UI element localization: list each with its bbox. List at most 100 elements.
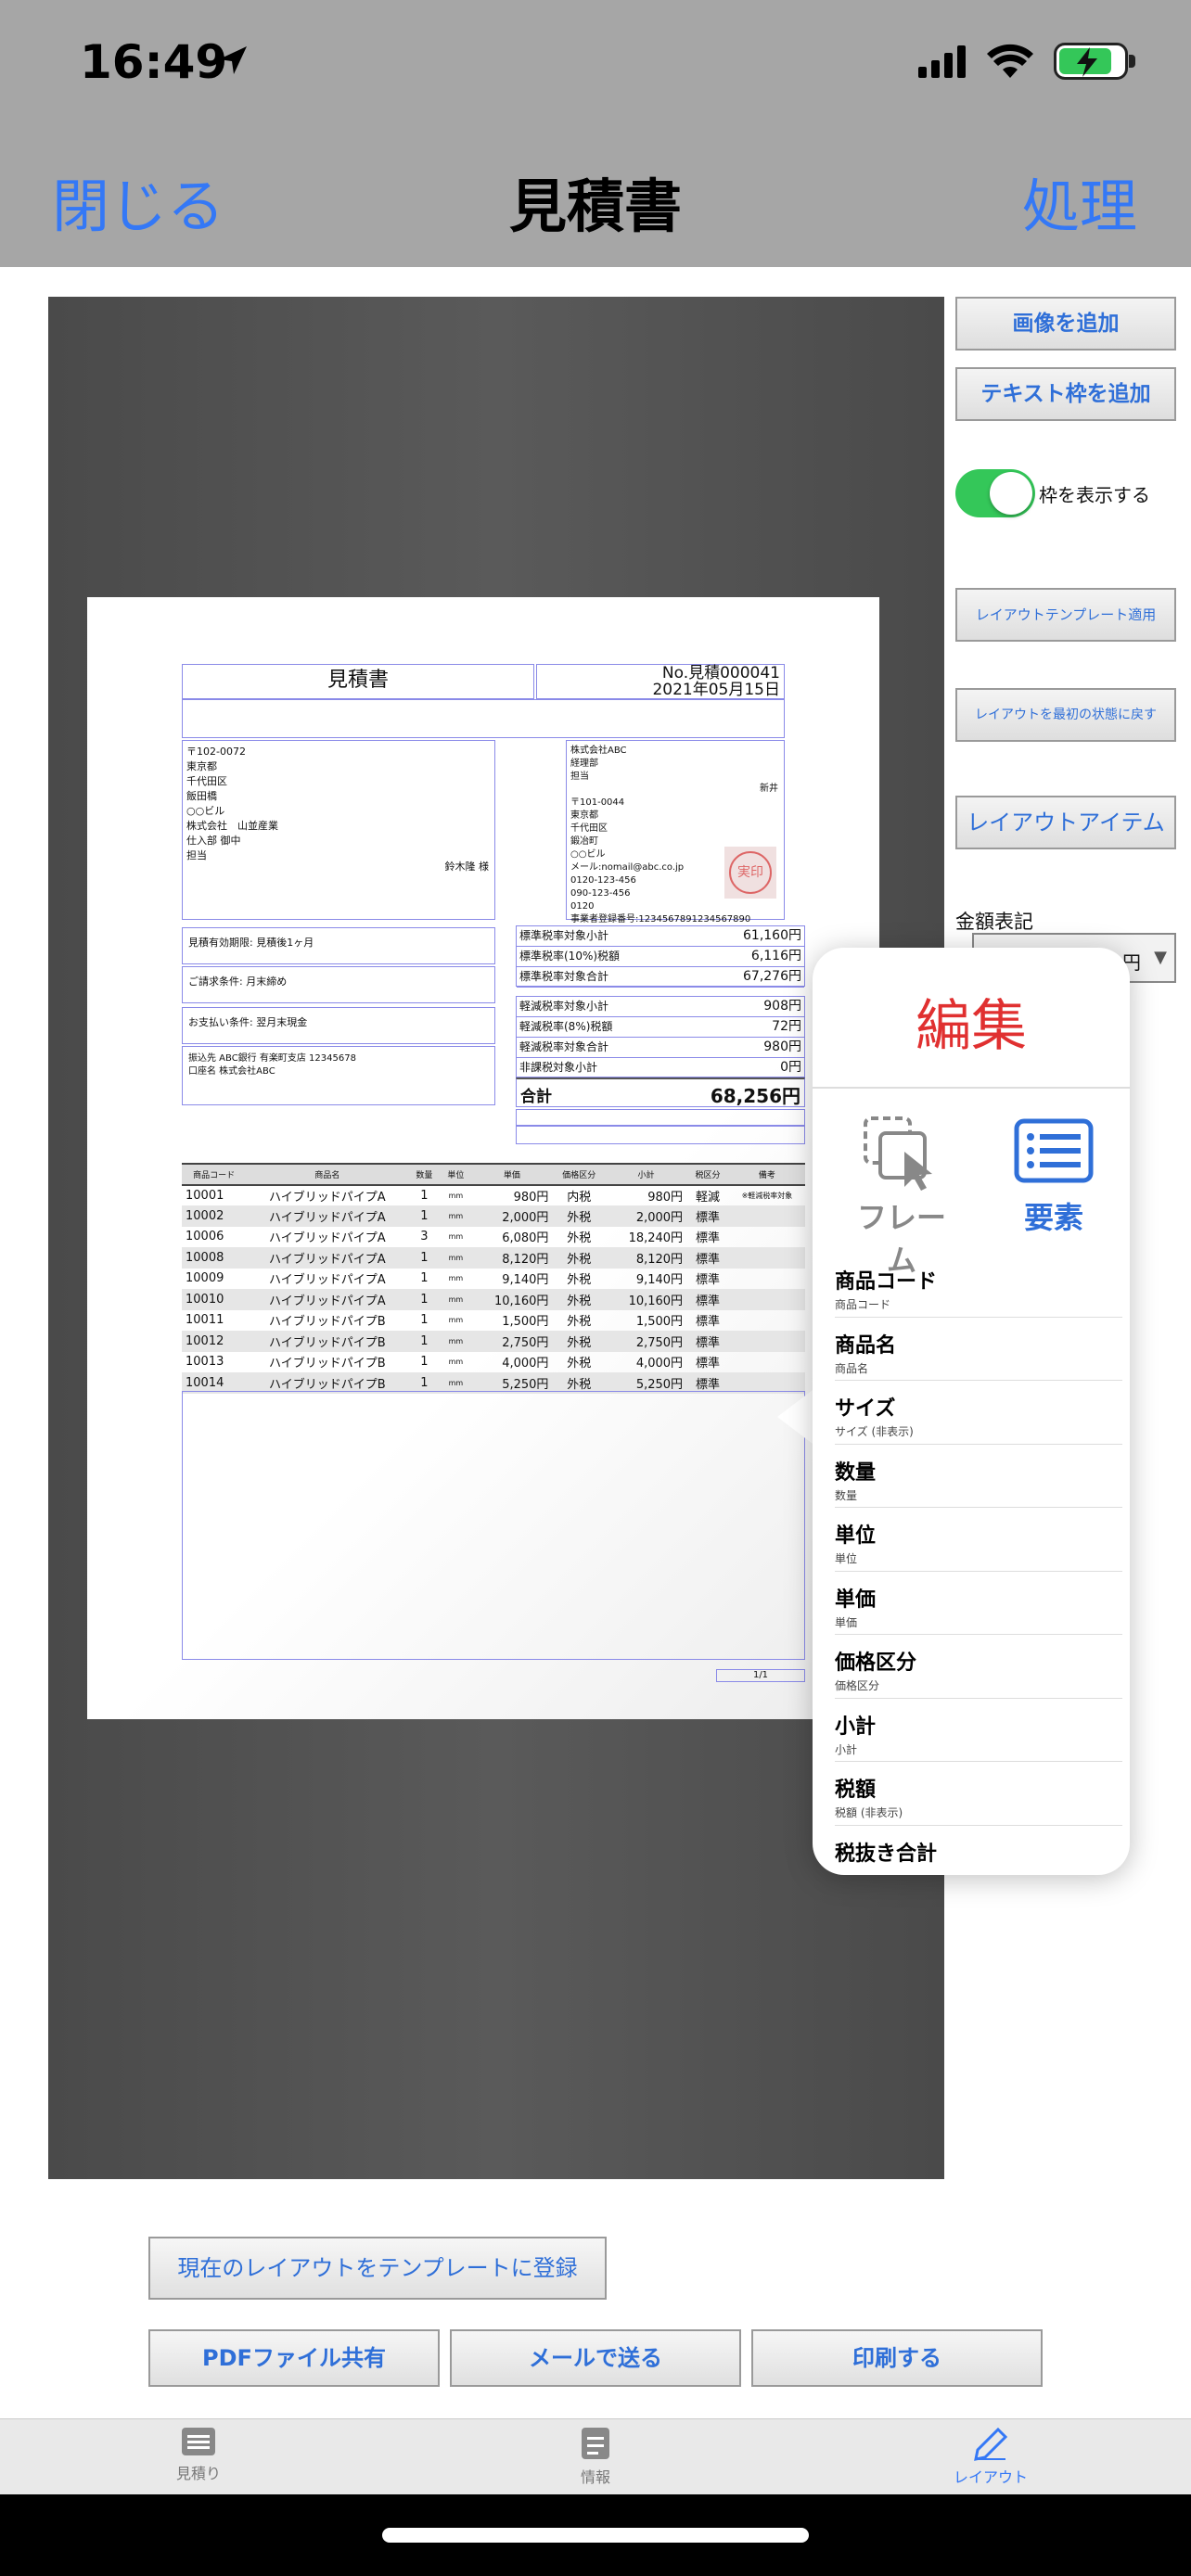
register-template-button[interactable]: 現在のレイアウトをテンプレートに登録 bbox=[148, 2237, 607, 2300]
home-indicator bbox=[382, 2528, 809, 2543]
element-list-item[interactable]: 単位 単位 bbox=[835, 1508, 1122, 1572]
total-value: 980円 bbox=[763, 1039, 801, 1054]
table-cell: ※軽減税率対象 bbox=[741, 1191, 793, 1200]
tab-element-label: 要素 bbox=[1023, 1200, 1083, 1235]
sender-frame[interactable]: 株式会社ABC 経理部 担当 〒101-0044 東京都 千代田区 鍛冶町 ○○ビル メール:n… bbox=[566, 740, 785, 925]
items-table[interactable]: 商品コード 商品名 数量 単位 単価 価格区分 小計 税区分 備考 10001 ハイブリッドパイプ… bbox=[182, 1163, 805, 1394]
total-label: 非課税対象小計 bbox=[519, 1061, 598, 1074]
doc-title-frame[interactable]: 見積書 bbox=[182, 664, 534, 699]
blank-frame[interactable] bbox=[182, 699, 785, 738]
table-cell: 10001 bbox=[186, 1188, 224, 1203]
table-cell: 8,120円 bbox=[606, 1247, 687, 1269]
validity-frame[interactable]: 見積有効期限: 見積後1ヶ月 bbox=[182, 927, 495, 964]
table-row[interactable]: 10008 ハイブリッドパイプA 1 mm 8,120円 外税 8,120円 標準 bbox=[182, 1247, 805, 1269]
element-list-item[interactable]: 商品名 商品名 bbox=[835, 1318, 1122, 1381]
table-cell bbox=[728, 1247, 805, 1269]
table-cell bbox=[728, 1289, 805, 1310]
print-button[interactable]: 印刷する bbox=[751, 2329, 1043, 2387]
add-text-frame-button[interactable]: テキスト枠を追加 bbox=[955, 367, 1176, 421]
table-cell: ハイブリッドパイプA bbox=[269, 1190, 386, 1205]
table-cell: mm bbox=[448, 1358, 464, 1367]
table-row[interactable]: 10006 ハイブリッドパイプA 3 mm 6,080円 外税 18,240円 標準 bbox=[182, 1227, 805, 1248]
process-button[interactable]: 処理 bbox=[1022, 159, 1137, 243]
element-list-item[interactable]: 数量 数量 bbox=[835, 1445, 1122, 1508]
table-row[interactable]: 10009 ハイブリッドパイプA 1 mm 9,140円 外税 9,140円 標準 bbox=[182, 1269, 805, 1290]
layout-items-button[interactable]: レイアウトアイテム bbox=[955, 796, 1176, 849]
customer-line: 飯田橋 bbox=[186, 790, 217, 802]
element-list-item[interactable]: 価格区分 価格区分 bbox=[835, 1635, 1122, 1699]
element-name: 税額 bbox=[835, 1779, 877, 1802]
doc-title: 見積書 bbox=[327, 669, 389, 692]
home-indicator-area bbox=[0, 2494, 1191, 2576]
element-list-item[interactable]: 税抜き合計 bbox=[835, 1826, 1122, 1876]
share-pdf-button[interactable]: PDFファイル共有 bbox=[148, 2329, 440, 2387]
element-name: 単位 bbox=[835, 1524, 877, 1548]
totals-blank-frame-2[interactable] bbox=[516, 1126, 805, 1144]
table-cell: 1 bbox=[420, 1271, 429, 1286]
doc-number-frame[interactable]: No.見積000041 2021年05月15日 bbox=[536, 664, 785, 699]
send-mail-button[interactable]: メールで送る bbox=[450, 2329, 741, 2387]
divider bbox=[813, 1087, 1130, 1089]
element-list-item[interactable]: 小計 小計 bbox=[835, 1699, 1122, 1762]
table-cell: 標準 bbox=[686, 1331, 729, 1352]
totals-blank-frame[interactable] bbox=[516, 1109, 805, 1126]
table-row[interactable]: 10011 ハイブリッドパイプB 1 mm 1,500円 外税 1,500円 標準 bbox=[182, 1310, 805, 1332]
table-cell: 1 bbox=[408, 1331, 441, 1352]
element-list-item[interactable]: 商品コード 商品コード bbox=[835, 1254, 1122, 1318]
popover-arrow bbox=[777, 1387, 816, 1447]
billing-frame[interactable]: ご請求条件: 月末締め bbox=[182, 966, 495, 1003]
cellular-signal-icon bbox=[918, 45, 966, 78]
element-sub: 価格区分 bbox=[835, 1679, 880, 1692]
table-row[interactable]: 10001 ハイブリッドパイプA 1 mm 980円 内税 980円 軽減 ※軽減税率対象 bbox=[182, 1185, 805, 1206]
page-number[interactable]: 1/1 bbox=[716, 1669, 805, 1682]
sender-line: 〒101-0044 bbox=[570, 797, 625, 808]
table-cell: mm bbox=[448, 1232, 464, 1242]
grand-total-frame[interactable]: 合計 68,256円 bbox=[516, 1078, 805, 1107]
show-frame-toggle[interactable] bbox=[955, 469, 1035, 517]
table-cell: ハイブリッドパイプA bbox=[269, 1231, 386, 1246]
payment-frame[interactable]: お支払い条件: 翌月末現金 bbox=[182, 1007, 495, 1044]
table-row[interactable]: 10002 ハイブリッドパイプA 1 mm 2,000円 外税 2,000円 標準 bbox=[182, 1205, 805, 1227]
table-cell: 10012 bbox=[182, 1331, 247, 1352]
element-list-item[interactable]: 単価 単価 bbox=[835, 1572, 1122, 1635]
customer-frame[interactable]: 〒102-0072 東京都 千代田区 飯田橋 ○○ビル 株式会社 山並産業 仕入部 御中 担当… bbox=[182, 740, 495, 920]
table-row[interactable]: 10010 ハイブリッドパイプA 1 mm 10,160円 外税 10,160円 標準 bbox=[182, 1289, 805, 1310]
column-header: 税区分 bbox=[686, 1163, 729, 1186]
element-list-item[interactable]: サイズ サイズ (非表示) bbox=[835, 1381, 1122, 1445]
grand-total-label: 合計 bbox=[520, 1088, 552, 1106]
amount-notation-label: 金額表記 bbox=[955, 911, 1033, 933]
table-row[interactable]: 10013 ハイブリッドパイプB 1 mm 4,000円 外税 4,000円 標準 bbox=[182, 1352, 805, 1373]
tab-layout-label: レイアウト bbox=[953, 2468, 1028, 2486]
reset-layout-button[interactable]: レイアウトを最初の状態に戻す bbox=[955, 688, 1176, 742]
reduced-tax-totals[interactable]: 軽減税率対象小計 908円 軽減税率(8%)税額 72円 軽減税率対象合計 980円 非課税… bbox=[516, 996, 805, 1078]
bank-frame[interactable]: 振込先 ABC銀行 有楽町支店 12345678 口座名 株式会社ABC bbox=[182, 1046, 495, 1105]
table-cell: 10,160円 bbox=[606, 1289, 687, 1310]
table-row[interactable]: 10012 ハイブリッドパイプB 1 mm 2,750円 外税 2,750円 標準 bbox=[182, 1331, 805, 1352]
tab-info[interactable]: 情報 bbox=[493, 2426, 698, 2487]
sender-line: 千代田区 bbox=[570, 823, 608, 834]
items-body: 10001 ハイブリッドパイプA 1 mm 980円 内税 980円 軽減 ※軽減税率対象 100… bbox=[182, 1185, 805, 1394]
table-cell: 2,750円 bbox=[471, 1331, 553, 1352]
table-cell: 1 bbox=[408, 1247, 441, 1269]
apply-template-button[interactable]: レイアウトテンプレート適用 bbox=[955, 588, 1176, 642]
status-time: 16:49 bbox=[80, 35, 228, 89]
table-cell: 1 bbox=[408, 1289, 441, 1310]
tab-estimate[interactable]: 見積り bbox=[96, 2426, 301, 2483]
customer-line: 株式会社 山並産業 bbox=[186, 820, 278, 832]
table-cell: 4,000円 bbox=[635, 1357, 684, 1371]
element-list-item[interactable]: 税額 税額 (非表示) bbox=[835, 1762, 1122, 1826]
sender-line: 担当 bbox=[570, 772, 589, 782]
table-cell: 外税 bbox=[567, 1273, 592, 1288]
standard-tax-totals[interactable]: 標準税率対象小計 61,160円 標準税率(10%)税額 6,116円 標準税率対象合計… bbox=[516, 925, 805, 988]
tab-element[interactable]: 要素 bbox=[998, 1118, 1109, 1237]
items-blank-area[interactable] bbox=[182, 1391, 805, 1660]
total-value: 908円 bbox=[763, 999, 801, 1014]
element-name: 商品コード bbox=[835, 1270, 938, 1294]
column-header: 商品コード bbox=[182, 1163, 247, 1186]
close-button[interactable]: 閉じる bbox=[52, 159, 224, 243]
tab-estimate-label: 見積り bbox=[175, 2465, 221, 2482]
doc-number: No.見積000041 bbox=[661, 664, 780, 682]
location-arrow-icon bbox=[219, 46, 247, 74]
add-image-button[interactable]: 画像を追加 bbox=[955, 297, 1176, 351]
tab-layout[interactable]: レイアウト bbox=[889, 2426, 1093, 2487]
